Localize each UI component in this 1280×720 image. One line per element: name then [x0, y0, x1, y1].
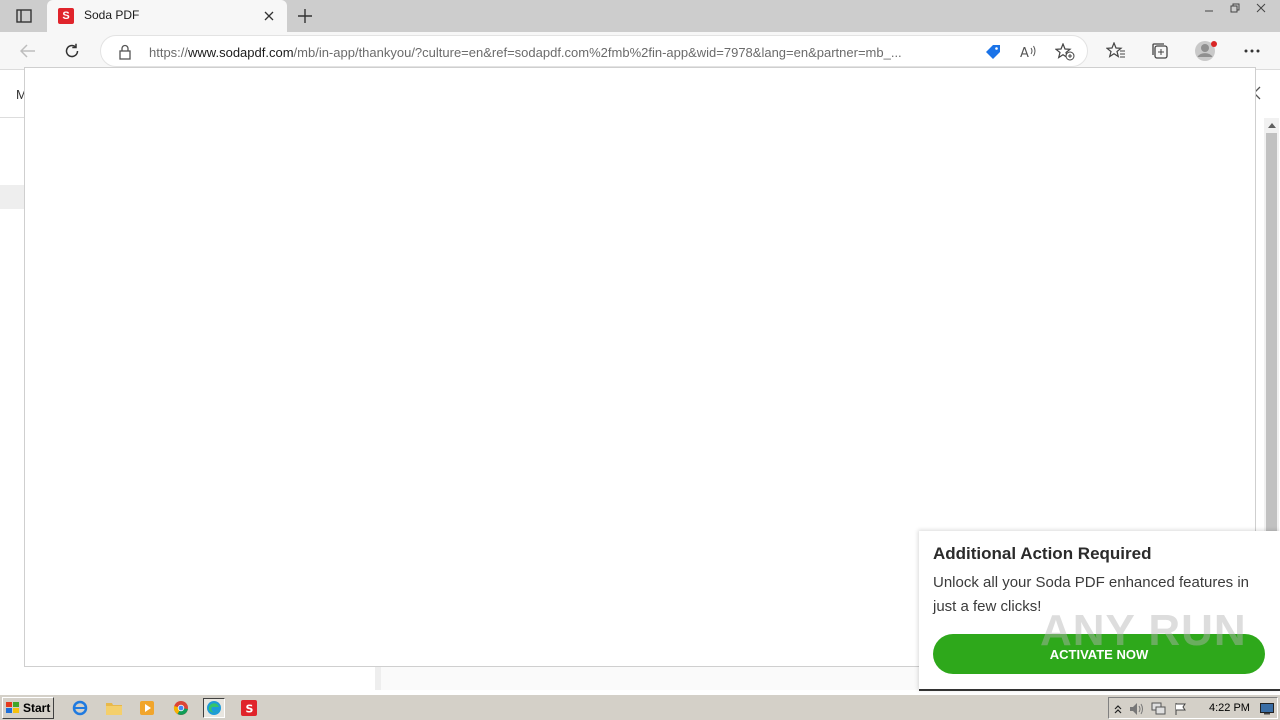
- tab-strip: S Soda PDF: [0, 0, 1280, 32]
- minimize-icon[interactable]: [1198, 0, 1220, 16]
- window-controls: [1198, 0, 1272, 18]
- activate-now-button[interactable]: ACTIVATE NOW: [933, 634, 1265, 674]
- show-hidden-icons-icon[interactable]: [1110, 701, 1126, 717]
- sodapdf-taskbar-icon[interactable]: S: [238, 698, 260, 718]
- sodapdf-favicon-icon: S: [58, 8, 74, 24]
- page-left-block: [0, 185, 24, 209]
- tab-title: Soda PDF: [84, 8, 140, 22]
- page-bottom-shadow: [375, 667, 381, 690]
- browser-toolbar: https://www.sodapdf.com/mb/in-app/thanky…: [0, 32, 1280, 70]
- action-center-flag-icon[interactable]: [1173, 701, 1189, 717]
- restore-icon[interactable]: [1224, 0, 1246, 16]
- show-desktop-icon[interactable]: [1259, 701, 1275, 717]
- windows-taskbar: Start S 4:22 PM: [0, 694, 1280, 720]
- browser-tab[interactable]: S Soda PDF: [47, 0, 287, 32]
- start-button[interactable]: Start: [2, 697, 54, 719]
- page-bottom-strip: [375, 667, 919, 690]
- price-tag-icon[interactable]: [983, 42, 1003, 62]
- page-divider: [0, 117, 24, 118]
- svg-text:S: S: [246, 703, 254, 716]
- edge-icon[interactable]: [203, 698, 225, 718]
- network-icon[interactable]: [1151, 701, 1167, 717]
- close-tab-icon[interactable]: [259, 6, 279, 26]
- scroll-up-arrow-icon[interactable]: [1264, 118, 1279, 133]
- url-text[interactable]: https://www.sodapdf.com/mb/in-app/thanky…: [149, 45, 977, 60]
- notification-title: Additional Action Required: [933, 544, 1152, 563]
- read-aloud-icon[interactable]: A: [1019, 42, 1039, 62]
- notification-body: Unlock all your Soda PDF enhanced featur…: [933, 574, 1250, 615]
- star-plus-icon[interactable]: [1055, 42, 1075, 62]
- taskbar-clock[interactable]: 4:22 PM: [1209, 702, 1250, 714]
- internet-explorer-icon[interactable]: [69, 698, 91, 718]
- more-dots-icon[interactable]: [1238, 38, 1266, 64]
- media-player-icon[interactable]: [136, 698, 158, 718]
- back-arrow-icon[interactable]: [14, 38, 42, 64]
- svg-text:A: A: [1020, 46, 1029, 60]
- action-required-notification: Additional Action Required Unlock all yo…: [919, 531, 1280, 691]
- favorites-icon[interactable]: [1102, 38, 1130, 64]
- windows-logo-icon: [5, 701, 21, 715]
- system-tray: 4:22 PM: [1108, 697, 1278, 719]
- address-bar[interactable]: https://www.sodapdf.com/mb/in-app/thanky…: [100, 35, 1088, 67]
- collections-icon[interactable]: [1146, 38, 1174, 64]
- profile-avatar-icon[interactable]: [1192, 38, 1220, 64]
- refresh-icon[interactable]: [58, 38, 86, 64]
- volume-icon[interactable]: [1129, 701, 1145, 717]
- lock-icon[interactable]: [118, 44, 134, 60]
- close-window-icon[interactable]: [1250, 0, 1272, 16]
- tab-actions-icon[interactable]: [8, 5, 40, 27]
- file-explorer-icon[interactable]: [103, 698, 125, 718]
- start-label: Start: [23, 701, 51, 715]
- chrome-icon[interactable]: [170, 698, 192, 718]
- plus-icon[interactable]: [293, 5, 317, 27]
